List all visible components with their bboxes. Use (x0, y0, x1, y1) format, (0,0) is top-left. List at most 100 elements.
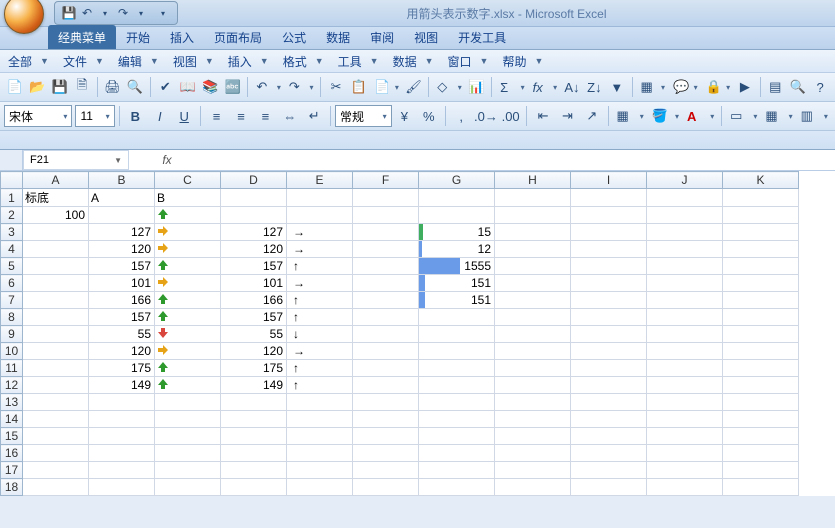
col-header-J[interactable]: J (647, 172, 723, 189)
cell-D7[interactable]: 166 (221, 292, 287, 309)
cell-H2[interactable] (495, 207, 571, 224)
cell-I15[interactable] (571, 428, 647, 445)
cell-H3[interactable] (495, 224, 571, 241)
cell-I8[interactable] (571, 309, 647, 326)
cell-F7[interactable] (353, 292, 419, 309)
cell-G6[interactable]: 151 (419, 275, 495, 292)
cell-J12[interactable] (647, 377, 723, 394)
cell-H4[interactable] (495, 241, 571, 258)
merge-center-icon[interactable]: ⇔ (278, 104, 301, 128)
cell-H7[interactable] (495, 292, 571, 309)
cell-G15[interactable] (419, 428, 495, 445)
cell-J11[interactable] (647, 360, 723, 377)
underline-button[interactable]: U (172, 104, 195, 128)
cell-B8[interactable]: 157 (89, 309, 155, 326)
cut-icon[interactable]: ✂ (325, 75, 346, 99)
cell-E13[interactable] (287, 394, 353, 411)
row-header-14[interactable]: 14 (1, 411, 23, 428)
col-header-B[interactable]: B (89, 172, 155, 189)
row-header-11[interactable]: 11 (1, 360, 23, 377)
cell-G5[interactable]: 1555 (419, 258, 495, 275)
cell-C17[interactable] (155, 462, 221, 479)
menu-edit[interactable]: 编辑 (118, 53, 142, 70)
cell-D17[interactable] (221, 462, 287, 479)
cell-G8[interactable] (419, 309, 495, 326)
cell-J13[interactable] (647, 394, 723, 411)
cell-K6[interactable] (723, 275, 799, 292)
increase-decimal-icon[interactable]: .0→ (474, 104, 498, 128)
comma-icon[interactable]: , (450, 104, 473, 128)
cell-F12[interactable] (353, 377, 419, 394)
cell-B14[interactable] (89, 411, 155, 428)
tab-insert[interactable]: 插入 (160, 25, 204, 49)
cell-A11[interactable] (23, 360, 89, 377)
cell-I13[interactable] (571, 394, 647, 411)
menu-data[interactable]: 数据 (393, 53, 417, 70)
cell-K14[interactable] (723, 411, 799, 428)
cell-A15[interactable] (23, 428, 89, 445)
cell-B17[interactable] (89, 462, 155, 479)
font-color-icon[interactable]: A (683, 104, 717, 128)
comment-icon[interactable]: 💬 (669, 75, 701, 99)
cell-K16[interactable] (723, 445, 799, 462)
cell-G14[interactable] (419, 411, 495, 428)
menu-format[interactable]: 格式 (283, 53, 307, 70)
cell-G7[interactable]: 151 (419, 292, 495, 309)
print-icon[interactable]: 🖨 (102, 75, 123, 99)
cell-D16[interactable] (221, 445, 287, 462)
menu-file[interactable]: 文件 (63, 53, 87, 70)
cell-E5[interactable]: ↑ (287, 258, 353, 275)
cell-G9[interactable] (419, 326, 495, 343)
cell-A10[interactable] (23, 343, 89, 360)
cell-C4[interactable] (155, 241, 221, 258)
cell-A17[interactable] (23, 462, 89, 479)
cell-I7[interactable] (571, 292, 647, 309)
cell-B7[interactable]: 166 (89, 292, 155, 309)
cell-D11[interactable]: 175 (221, 360, 287, 377)
cell-B12[interactable]: 149 (89, 377, 155, 394)
row-header-3[interactable]: 3 (1, 224, 23, 241)
row-header-15[interactable]: 15 (1, 428, 23, 445)
cell-E9[interactable]: ↓ (287, 326, 353, 343)
cell-H17[interactable] (495, 462, 571, 479)
cell-F5[interactable] (353, 258, 419, 275)
save-icon[interactable]: 💾 (49, 75, 70, 99)
tab-view[interactable]: 视图 (404, 25, 448, 49)
cell-J15[interactable] (647, 428, 723, 445)
cell-I2[interactable] (571, 207, 647, 224)
cell-C11[interactable] (155, 360, 221, 377)
cell-E4[interactable]: → (287, 241, 353, 258)
cell-G11[interactable] (419, 360, 495, 377)
col-header-I[interactable]: I (571, 172, 647, 189)
cell-A6[interactable] (23, 275, 89, 292)
cell-E11[interactable]: ↑ (287, 360, 353, 377)
cell-H15[interactable] (495, 428, 571, 445)
cell-K18[interactable] (723, 479, 799, 496)
col-header-F[interactable]: F (353, 172, 419, 189)
open-icon[interactable]: 📂 (26, 75, 47, 99)
cell-C13[interactable] (155, 394, 221, 411)
col-header-E[interactable]: E (287, 172, 353, 189)
cell-K13[interactable] (723, 394, 799, 411)
cell-H6[interactable] (495, 275, 571, 292)
cell-K11[interactable] (723, 360, 799, 377)
cell-F4[interactable] (353, 241, 419, 258)
cell-H10[interactable] (495, 343, 571, 360)
menu-all[interactable]: 全部 (8, 53, 32, 70)
wrap-text-icon[interactable]: ↵ (303, 104, 326, 128)
cell-D15[interactable] (221, 428, 287, 445)
cell-A3[interactable] (23, 224, 89, 241)
cell-B2[interactable] (89, 207, 155, 224)
tab-formulas[interactable]: 公式 (272, 25, 316, 49)
cell-J10[interactable] (647, 343, 723, 360)
row-header-18[interactable]: 18 (1, 479, 23, 496)
row-header-6[interactable]: 6 (1, 275, 23, 292)
sort-desc-icon[interactable]: Z↓ (584, 75, 605, 99)
cell-F17[interactable] (353, 462, 419, 479)
cell-B6[interactable]: 101 (89, 275, 155, 292)
cell-C18[interactable] (155, 479, 221, 496)
redo-icon[interactable]: ↷ (115, 5, 131, 21)
cell-D3[interactable]: 127 (221, 224, 287, 241)
cell-D4[interactable]: 120 (221, 241, 287, 258)
cell-C8[interactable] (155, 309, 221, 326)
